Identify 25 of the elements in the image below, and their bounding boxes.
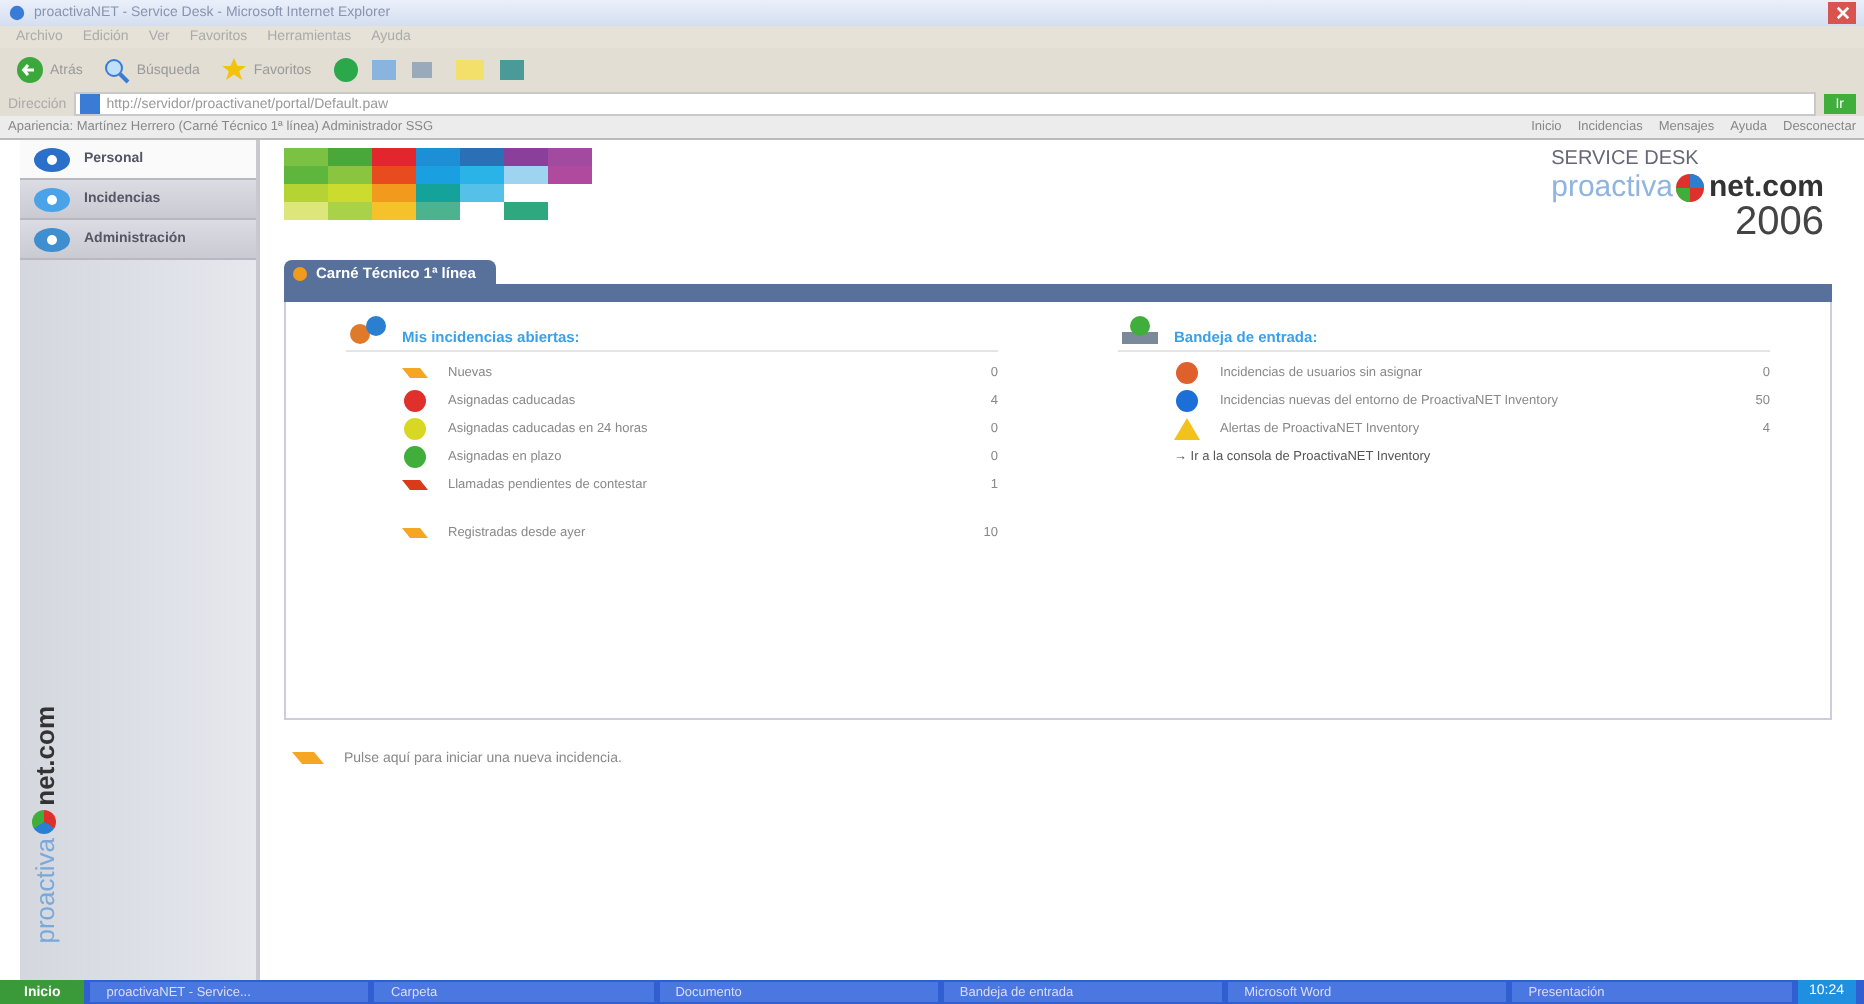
status-icon [1174,361,1200,383]
info-icon [1174,389,1200,411]
brand-domain: net.com [1708,170,1824,204]
close-icon [1835,6,1849,20]
close-button[interactable] [1828,2,1856,24]
note-icon [292,748,324,768]
brand-logo: proactiva net.com [27,706,62,948]
product-name: SERVICE DESK [1551,148,1699,170]
brand-year: 2006 [1735,204,1824,240]
search-icon [102,56,131,84]
dot-icon [292,265,308,281]
tray-icon [1118,314,1162,346]
brand-name: proactiva [1551,170,1673,204]
warning-icon [1174,417,1200,439]
star-icon [219,56,248,84]
people-icon [346,314,390,346]
page-icon [80,94,101,114]
browser-icon [8,4,26,22]
status-icon [402,389,428,411]
eye-icon [32,225,72,253]
status-icon [402,445,428,467]
eye-icon [32,145,72,173]
globe-icon [1676,173,1705,201]
status-icon [402,417,428,439]
eye-icon [32,185,72,213]
